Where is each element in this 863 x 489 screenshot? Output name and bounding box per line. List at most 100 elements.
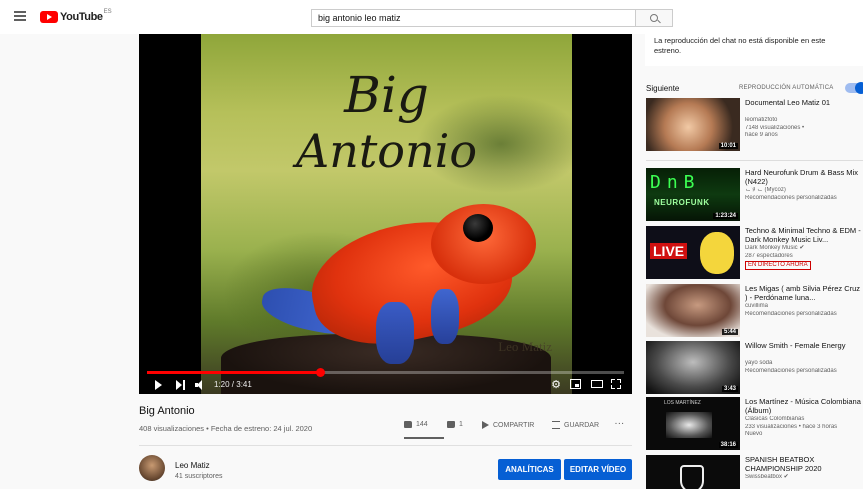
- play-icon[interactable]: [155, 380, 162, 390]
- duration-badge: 10:01: [718, 143, 738, 149]
- progress-bar[interactable]: [147, 368, 624, 377]
- fullscreen-icon[interactable]: [611, 379, 621, 389]
- rec-channel: Swissbeatbox ✔: [745, 474, 789, 480]
- rec-title[interactable]: Documental Leo Matiz 01: [745, 98, 863, 107]
- rec-meta: 233 visualizaciones • hace 3 horas: [745, 423, 838, 430]
- video-thumbnail[interactable]: 3:43: [646, 341, 740, 394]
- analytics-button[interactable]: ANALÍTICAS: [498, 459, 561, 480]
- video-thumbnail[interactable]: LOS MARTÍNEZ 38:16: [646, 397, 740, 450]
- video-thumbnail[interactable]: LIVE: [646, 226, 740, 279]
- recommendation-item[interactable]: LOS MARTÍNEZ 38:16 Los Martínez - Música…: [646, 397, 863, 451]
- rec-title[interactable]: Willow Smith - Female Energy: [745, 341, 863, 350]
- search-button[interactable]: [636, 9, 673, 27]
- new-badge: Nuevo: [745, 431, 763, 437]
- more-actions-button[interactable]: ···: [615, 421, 625, 428]
- rec-meta-extra: hace 9 años: [745, 132, 778, 138]
- thumbs-up-icon: [404, 421, 412, 428]
- thumbnail-text: DnB: [650, 172, 701, 193]
- thumbnail-picture: [666, 412, 712, 438]
- video-meta: 408 visualizaciones • Fecha de estreno: …: [139, 424, 313, 433]
- rec-channel: Dark Monkey Music ✔: [745, 245, 805, 251]
- search-input[interactable]: [311, 9, 636, 27]
- settings-gear-icon[interactable]: ⚙: [550, 379, 562, 391]
- duration-badge: 3:43: [721, 386, 738, 392]
- channel-name[interactable]: Leo Matiz: [175, 461, 210, 470]
- divider: [139, 445, 632, 446]
- video-thumbnail[interactable]: DnB NEUROFUNK 1:23:24: [646, 168, 740, 221]
- video-player[interactable]: Big Antonio Leo Matiz 1:20 / 3:41 ⚙: [139, 34, 632, 394]
- video-title: Big Antonio: [139, 405, 195, 417]
- duration-badge: 5:44: [721, 329, 738, 335]
- rec-title[interactable]: SPANISH BEATBOX CHAMPIONSHIP 2020: [745, 455, 863, 473]
- logo-country: ES: [103, 9, 112, 15]
- artwork-title-line1: Big: [344, 66, 429, 124]
- share-icon: [482, 421, 489, 429]
- time-display: 1:20 / 3:41: [214, 380, 252, 389]
- rec-channel: leomatizfoto: [745, 117, 778, 123]
- theater-mode-icon[interactable]: [591, 380, 603, 388]
- video-thumbnail[interactable]: 5:44: [646, 284, 740, 337]
- save-label: GUARDAR: [564, 421, 600, 429]
- divider: [646, 160, 863, 161]
- top-bar: YouTube ES: [0, 0, 863, 34]
- share-button[interactable]: COMPARTIR: [482, 421, 534, 429]
- rec-meta: 7148 visualizaciones •: [745, 124, 805, 131]
- artwork-frog-eye: [463, 214, 493, 242]
- next-icon[interactable]: [176, 380, 186, 390]
- rec-channel: yayo soda: [745, 360, 773, 366]
- edit-video-button[interactable]: EDITAR VÍDEO: [564, 459, 632, 480]
- like-button[interactable]: 144: [404, 421, 428, 428]
- autoplay-label: REPRODUCCIÓN AUTOMÁTICA: [739, 85, 834, 91]
- logo-text: YouTube: [60, 11, 103, 23]
- dislike-count: 1: [459, 421, 463, 428]
- video-thumbnail[interactable]: [646, 455, 740, 489]
- rec-title[interactable]: Los Martínez - Música Colombiana (Álbum): [745, 397, 863, 415]
- recommendation-item[interactable]: 10:01 Documental Leo Matiz 01 leomatizfo…: [646, 98, 863, 152]
- rec-title[interactable]: Techno & Minimal Techno & EDM - Dark Mon…: [745, 226, 863, 244]
- save-button[interactable]: GUARDAR: [552, 421, 599, 429]
- subscriber-count: 41 suscriptores: [175, 473, 223, 480]
- rec-meta: 287 espectadores: [745, 252, 793, 259]
- recommendation-item[interactable]: DnB NEUROFUNK 1:23:24 Hard Neurofunk Dru…: [646, 168, 863, 222]
- chat-notice: La reproducción del chat no está disponi…: [654, 36, 826, 55]
- youtube-logo[interactable]: YouTube ES: [40, 9, 112, 24]
- thumbnail-text: LIVE: [650, 243, 688, 259]
- miniplayer-icon[interactable]: [570, 379, 581, 389]
- recommendation-item[interactable]: LIVE Techno & Minimal Techno & EDM - Dar…: [646, 226, 863, 280]
- like-ratio-bar: [404, 437, 444, 439]
- rec-channel: こすこ (Mycoz): [745, 187, 786, 193]
- recommendation-item[interactable]: 3:43 Willow Smith - Female Energy yayo s…: [646, 341, 863, 395]
- artwork-frog-leg: [431, 289, 459, 344]
- thumbnail-text: NEUROFUNK: [654, 198, 710, 207]
- rec-title[interactable]: Hard Neurofunk Drum & Bass Mix (N422): [745, 168, 863, 186]
- more-icon: ···: [615, 421, 625, 428]
- progress-played: [147, 371, 320, 374]
- channel-avatar[interactable]: [139, 455, 165, 481]
- thumbs-down-icon: [447, 421, 455, 428]
- volume-icon[interactable]: [195, 380, 207, 390]
- video-thumbnail[interactable]: 10:01: [646, 98, 740, 151]
- video-frame-artwork: Big Antonio Leo Matiz: [201, 34, 572, 394]
- thumbnail-text: LOS MARTÍNEZ: [664, 400, 701, 406]
- autoplay-toggle[interactable]: [845, 82, 863, 94]
- rec-title[interactable]: Les Migas ( amb Silvia Pérez Cruz ) - Pe…: [745, 284, 863, 302]
- dislike-button[interactable]: 1: [447, 421, 463, 428]
- recommendation-item[interactable]: 5:44 Les Migas ( amb Silvia Pérez Cruz )…: [646, 284, 863, 338]
- rec-meta: Recomendaciones personalizadas: [745, 367, 837, 374]
- artwork-watermark: Leo Matiz: [498, 339, 552, 354]
- like-count: 144: [416, 421, 428, 428]
- recommendation-item[interactable]: SPANISH BEATBOX CHAMPIONSHIP 2020 Swissb…: [646, 455, 863, 489]
- player-controls: 1:20 / 3:41 ⚙: [139, 376, 632, 394]
- menu-icon[interactable]: [14, 11, 26, 21]
- save-playlist-icon: [552, 421, 560, 429]
- search-icon: [650, 14, 658, 22]
- up-next-label: Siguiente: [646, 84, 680, 93]
- duration-badge: 1:23:24: [713, 213, 738, 219]
- share-label: COMPARTIR: [493, 421, 535, 429]
- like-ratio-fill: [404, 437, 444, 439]
- rec-channel: cuvillima: [745, 303, 769, 309]
- artwork-frog-leg: [376, 302, 414, 364]
- youtube-play-icon: [40, 11, 58, 23]
- artwork-title-line2: Antonio: [295, 124, 478, 178]
- toggle-knob: [855, 82, 863, 94]
